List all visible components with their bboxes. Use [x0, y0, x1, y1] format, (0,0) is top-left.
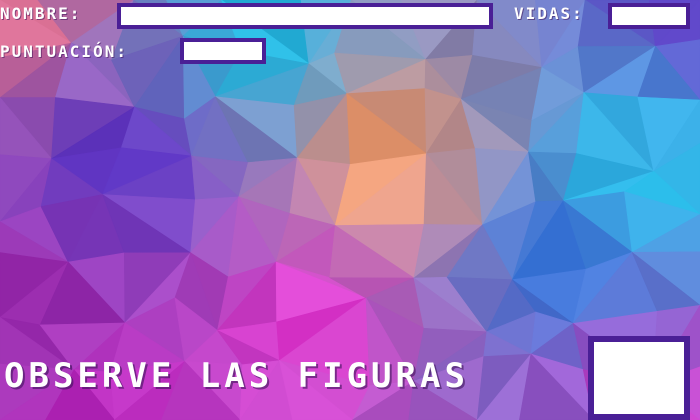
name-field[interactable] — [117, 3, 493, 29]
name-label: NOMBRE: — [0, 4, 82, 23]
lives-field — [608, 3, 690, 29]
game-screen: NOMBRE: ViDAS: PUNTUACiÓN: OBSERVE LAS F… — [0, 0, 700, 420]
lives-label: ViDAS: — [514, 4, 584, 23]
instruction-text: OBSERVE LAS FiGURAS — [4, 356, 469, 396]
score-label: PUNTUACiÓN: — [0, 42, 128, 61]
figure-display-box — [588, 336, 690, 420]
score-field — [180, 38, 266, 64]
